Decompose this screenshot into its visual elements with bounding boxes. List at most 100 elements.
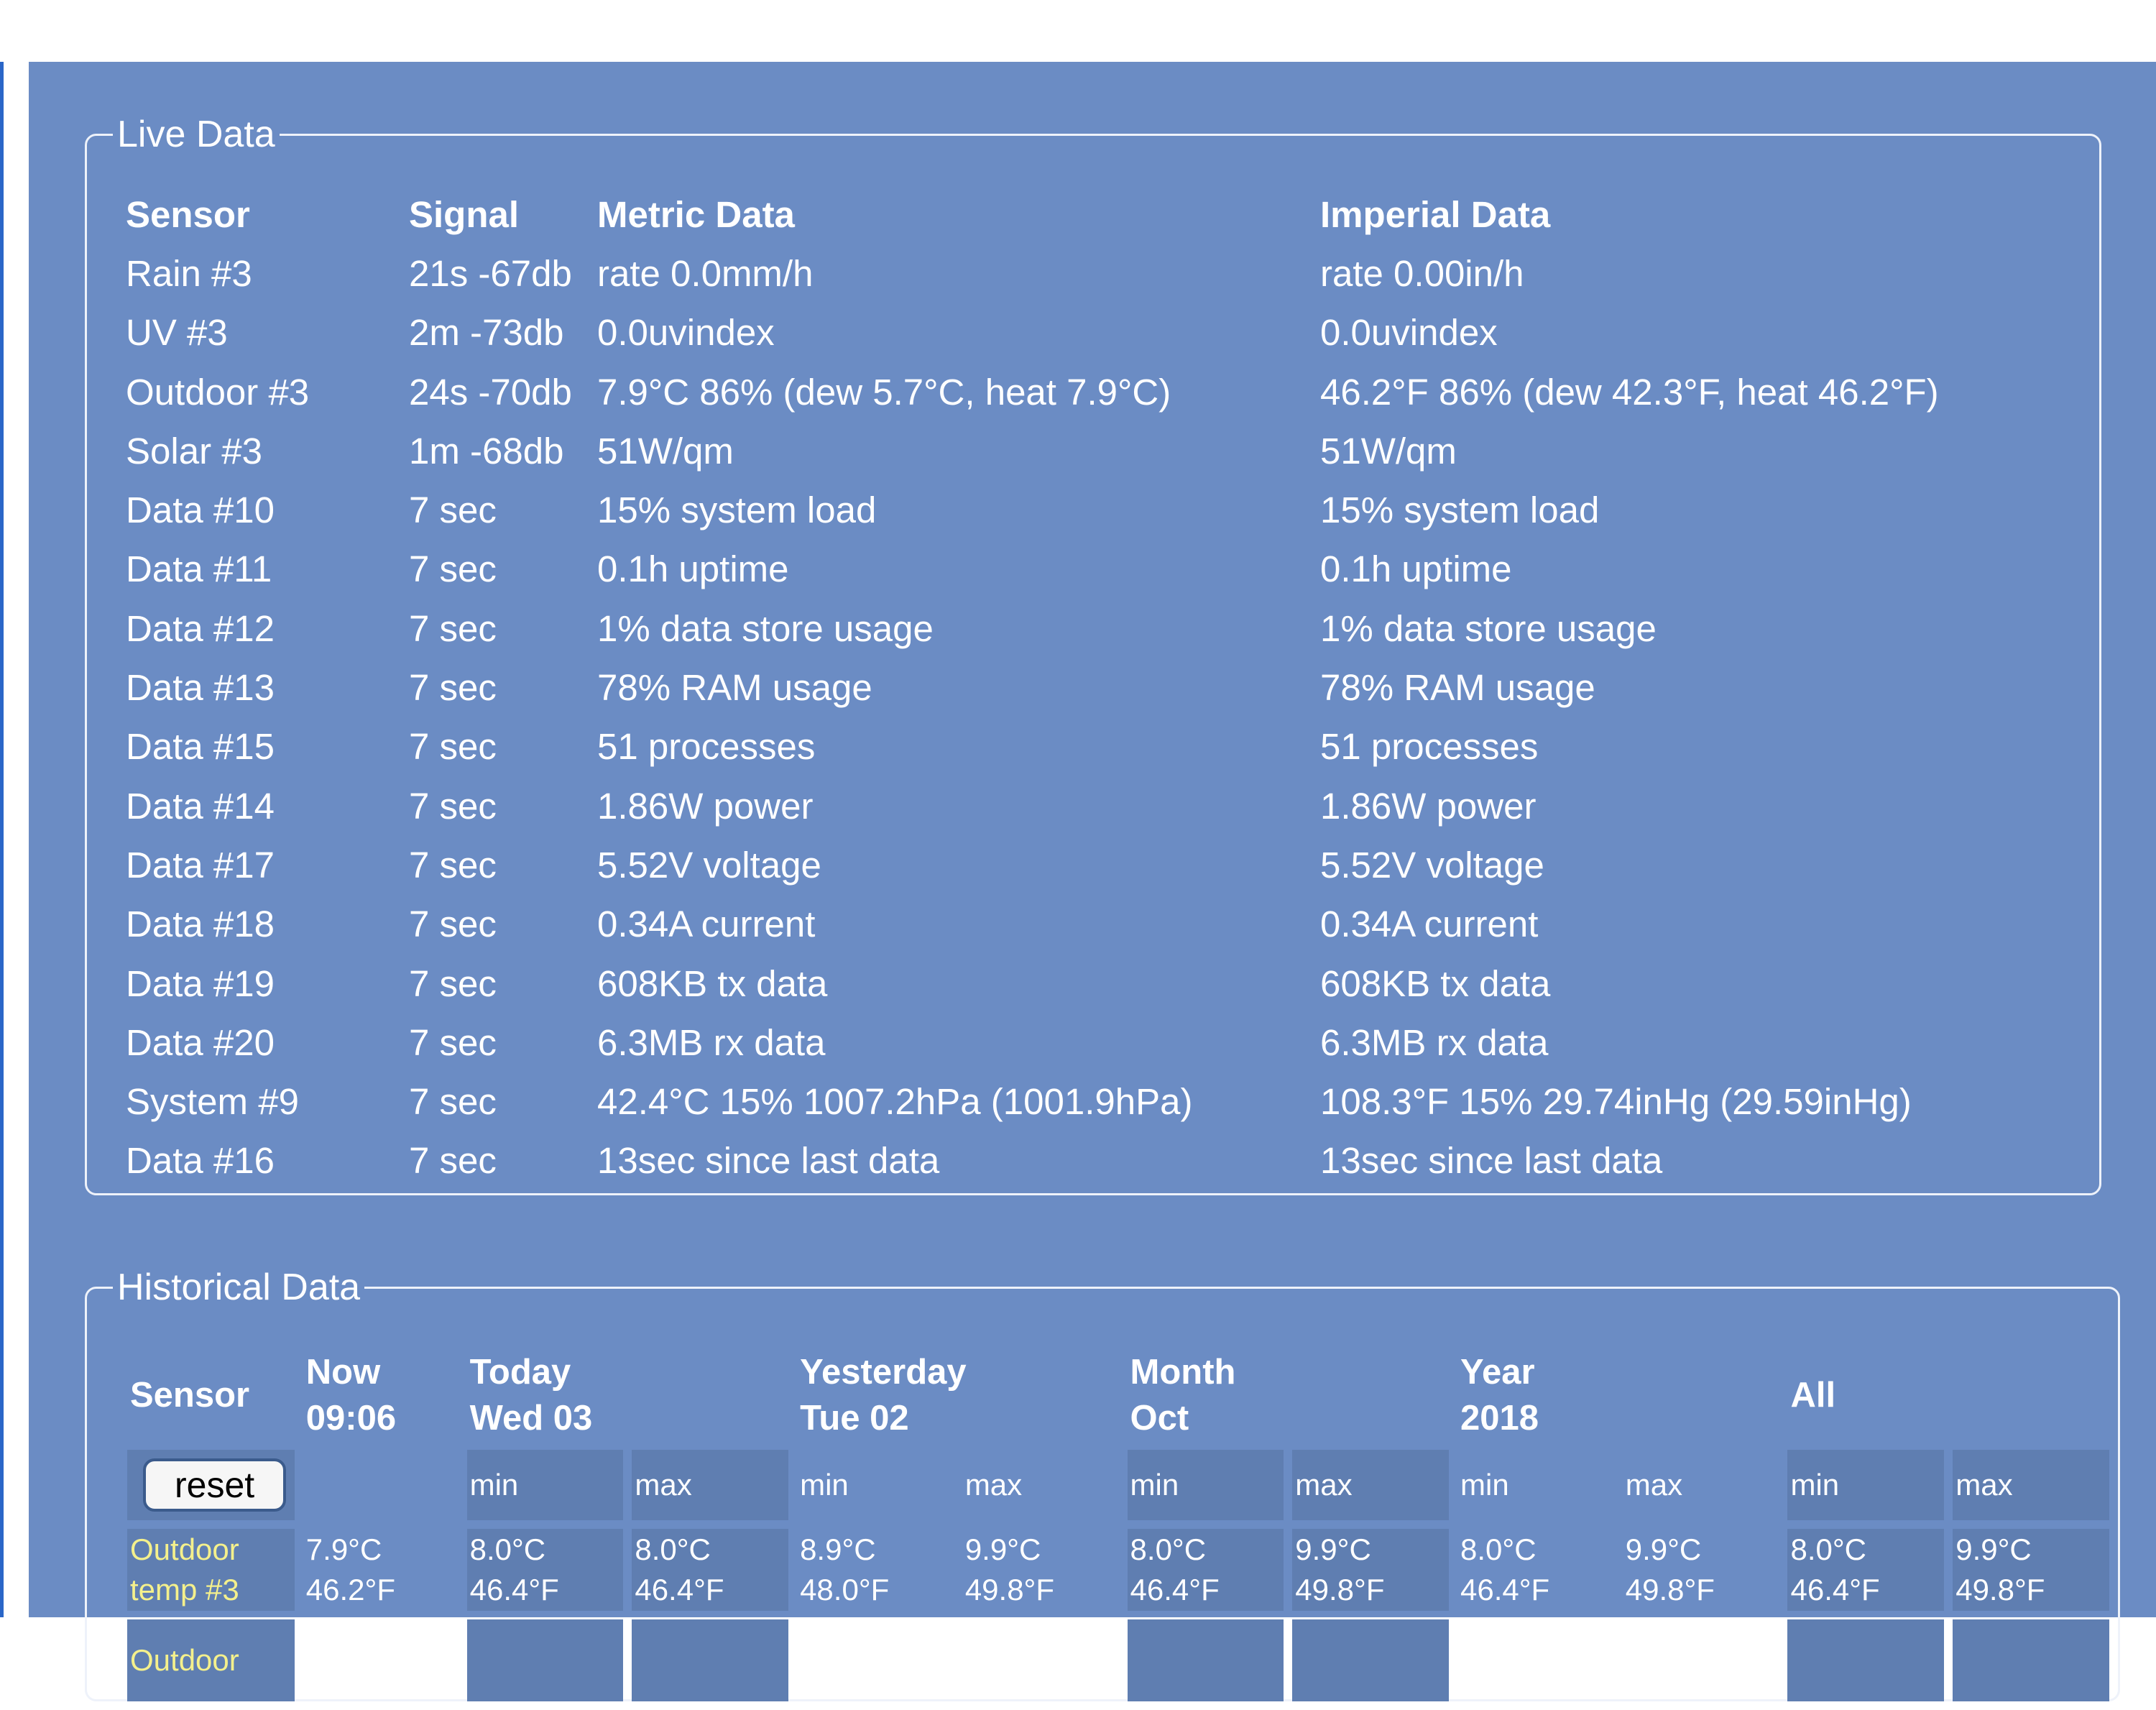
live-sensor-cell: Data #20 <box>126 1021 275 1063</box>
live-metric-cell: 0.0uvindex <box>597 312 775 354</box>
hist-empty-cell <box>1292 1619 1450 1701</box>
live-imperial-cell: rate 0.00in/h <box>1320 252 1524 294</box>
now-subheader-empty <box>303 1450 459 1520</box>
hist-all-max-value: 9.9°C 49.8°F <box>1953 1529 2109 1611</box>
hist-month-max-value: 9.9°C 49.8°F <box>1292 1529 1450 1611</box>
live-imperial-cell: 0.1h uptime <box>1320 548 1512 590</box>
live-imperial-cell: 108.3°F 15% 29.74inHg (29.59inHg) <box>1320 1081 1912 1123</box>
value-celsius: 8.0°C <box>1130 1532 1207 1566</box>
today-max-label: max <box>632 1450 789 1520</box>
historical-data-table: Sensor Now 09:06 Today Wed 03 Yesterday … <box>119 1341 2118 1710</box>
live-signal-cell: 7 sec <box>409 904 497 945</box>
live-signal-cell: 7 sec <box>409 962 497 1004</box>
live-metric-cell: 1.86W power <box>597 785 814 827</box>
col-header-imperial: Imperial Data <box>1320 193 1551 235</box>
hist-empty-cell <box>1953 1619 2109 1701</box>
live-data-row: Outdoor #3 24s -70db 7.9°C 86% (dew 5.7°C,… <box>123 362 1967 421</box>
live-signal-cell: 7 sec <box>409 1140 497 1182</box>
live-imperial-cell: 15% system load <box>1320 489 1600 531</box>
value-celsius: 8.0°C <box>1790 1532 1866 1566</box>
hist-header-month-line1: Month <box>1130 1353 1236 1392</box>
yesterday-max-label: max <box>964 1468 1023 1502</box>
hist-now-value: 7.9°C 46.2°F <box>303 1529 459 1611</box>
hist-empty-cell <box>1787 1619 1945 1701</box>
live-signal-cell: 7 sec <box>409 667 497 709</box>
hist-all-min-value: 8.0°C 46.4°F <box>1787 1529 1945 1611</box>
hist-header-year-line2: 2018 <box>1460 1399 1539 1438</box>
live-imperial-cell: 6.3MB rx data <box>1320 1021 1549 1063</box>
year-max-label: max <box>1625 1468 1683 1502</box>
hist-header-month: Month Oct <box>1128 1349 1449 1441</box>
live-data-row: Data #17 7 sec 5.52V voltage 5.52V voltage <box>123 835 1967 894</box>
value-fahrenheit: 49.8°F <box>1295 1573 1385 1606</box>
col-header-signal: Signal <box>409 193 520 235</box>
hist-header-now-line2: 09:06 <box>305 1399 397 1438</box>
value-fahrenheit: 46.4°F <box>1130 1573 1220 1606</box>
reset-button[interactable]: reset <box>143 1458 287 1512</box>
value-celsius: 8.0°C <box>635 1532 711 1566</box>
hist-header-sensor: Sensor <box>127 1349 295 1441</box>
live-sensor-cell: Rain #3 <box>126 252 252 294</box>
historical-data-legend: Historical Data <box>117 1267 361 1308</box>
hist-yesterday-max-value: 9.9°C 49.8°F <box>962 1529 1119 1611</box>
live-sensor-cell: Solar #3 <box>126 430 262 472</box>
hist-empty-cell <box>797 1619 954 1701</box>
value-fahrenheit: 49.8°F <box>1955 1573 2045 1606</box>
live-metric-cell: 78% RAM usage <box>597 667 872 709</box>
hist-header-now-line1: Now <box>305 1353 381 1392</box>
live-metric-cell: 608KB tx data <box>597 962 828 1004</box>
live-metric-cell: 0.34A current <box>597 904 816 945</box>
hist-month-min-value: 8.0°C 46.4°F <box>1127 1529 1284 1611</box>
live-signal-cell: 1m -68db <box>409 430 564 472</box>
live-signal-cell: 7 sec <box>409 785 497 827</box>
live-signal-cell: 24s -70db <box>409 371 572 413</box>
today-min-label: min <box>466 1450 624 1520</box>
live-imperial-cell: 0.34A current <box>1320 904 1539 945</box>
live-metric-cell: 15% system load <box>597 489 877 531</box>
month-min-label: min <box>1127 1450 1284 1520</box>
content-panel: Live Data Sensor Signal Metric Data Impe… <box>29 62 2156 1701</box>
live-sensor-cell: System #9 <box>126 1081 299 1123</box>
hist-header-all-label: All <box>1790 1376 1836 1415</box>
hist-header-yesterday-line2: Tue 02 <box>800 1399 909 1438</box>
live-data-row: Data #10 7 sec 15% system load 15% system l… <box>123 480 1967 539</box>
hist-header-month-line2: Oct <box>1130 1399 1189 1438</box>
live-metric-cell: 51 processes <box>597 726 816 768</box>
live-sensor-cell: Outdoor #3 <box>126 371 310 413</box>
live-signal-cell: 7 sec <box>409 844 497 886</box>
value-fahrenheit: 49.8°F <box>1625 1573 1715 1606</box>
live-metric-cell: 7.9°C 86% (dew 5.7°C, heat 7.9°C) <box>597 371 1171 413</box>
hist-sensor-name: Outdoor <box>127 1619 295 1701</box>
live-data-row: Data #14 7 sec 1.86W power 1.86W power <box>123 776 1967 835</box>
live-imperial-cell: 13sec since last data <box>1320 1140 1663 1182</box>
hist-header-now: Now 09:06 <box>303 1349 459 1441</box>
value-celsius: 7.9°C <box>305 1532 382 1566</box>
live-signal-cell: 7 sec <box>409 1081 497 1123</box>
live-sensor-cell: Data #16 <box>126 1140 275 1182</box>
live-data-legend: Live Data <box>117 114 275 155</box>
live-data-row: Data #11 7 sec 0.1h uptime 0.1h uptime <box>123 540 1967 599</box>
live-imperial-cell: 78% RAM usage <box>1320 667 1595 709</box>
live-imperial-cell: 51W/qm <box>1320 430 1457 472</box>
hist-header-row: Sensor Now 09:06 Today Wed 03 Yesterday … <box>127 1349 2109 1441</box>
live-imperial-cell: 0.0uvindex <box>1320 312 1498 354</box>
live-sensor-cell: Data #10 <box>126 489 275 531</box>
live-data-row: Data #15 7 sec 51 processes 51 processes <box>123 717 1967 776</box>
hist-empty-cell <box>1457 1619 1614 1701</box>
live-imperial-cell: 1% data store usage <box>1320 607 1657 649</box>
live-sensor-cell: UV #3 <box>126 312 228 354</box>
hist-sensor-name-line2: temp #3 <box>130 1573 239 1606</box>
hist-today-max-value: 8.0°C 46.4°F <box>632 1529 789 1611</box>
live-sensor-cell: Data #13 <box>126 667 275 709</box>
live-metric-cell: 0.1h uptime <box>597 548 789 590</box>
hist-year-min-value: 8.0°C 46.4°F <box>1457 1529 1614 1611</box>
live-data-row: Rain #3 21s -67db rate 0.0mm/h rate 0.00in/… <box>123 244 1967 303</box>
hist-today-min-value: 8.0°C 46.4°F <box>466 1529 624 1611</box>
hist-sensor-name-line1: Outdoor <box>130 1643 239 1677</box>
live-data-row: Data #12 7 sec 1% data store usage 1% data … <box>123 599 1967 658</box>
hist-header-sensor-label: Sensor <box>130 1376 250 1415</box>
yesterday-min-label: min <box>800 1468 849 1502</box>
hist-header-yesterday-line1: Yesterday <box>800 1353 967 1392</box>
hist-empty-cell <box>962 1619 1119 1701</box>
value-celsius: 8.0°C <box>469 1532 546 1566</box>
